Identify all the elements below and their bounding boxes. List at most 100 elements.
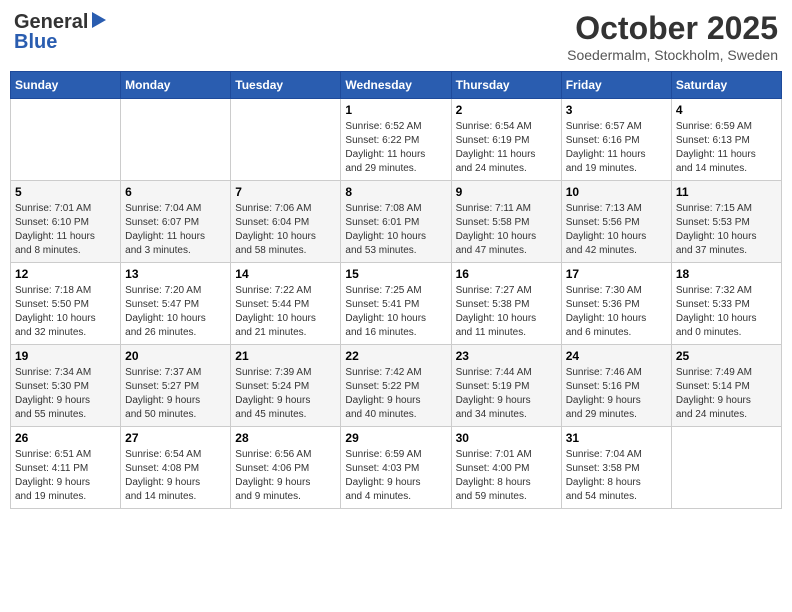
logo-blue-text: Blue <box>14 31 57 54</box>
calendar-day-header: Sunday <box>11 72 121 99</box>
calendar-cell <box>231 99 341 181</box>
calendar-cell <box>671 427 781 509</box>
calendar-cell: 11 Sunrise: 7:15 AMSunset: 5:53 PMDayligh… <box>671 181 781 263</box>
calendar-week-row: 5 Sunrise: 7:01 AMSunset: 6:10 PMDaylight… <box>11 181 782 263</box>
day-number: 27 <box>125 431 226 445</box>
calendar-cell: 1 Sunrise: 6:52 AMSunset: 6:22 PMDaylight… <box>341 99 451 181</box>
calendar-cell: 18 Sunrise: 7:32 AMSunset: 5:33 PMDayligh… <box>671 263 781 345</box>
day-info: Sunrise: 7:20 AMSunset: 5:47 PMDaylight:… <box>125 284 226 340</box>
day-info: Sunrise: 7:37 AMSunset: 5:27 PMDaylight:… <box>125 366 226 422</box>
day-number: 11 <box>676 185 777 199</box>
day-info: Sunrise: 6:51 AMSunset: 4:11 PMDaylight:… <box>15 448 116 504</box>
calendar-cell: 20 Sunrise: 7:37 AMSunset: 5:27 PMDayligh… <box>121 345 231 427</box>
day-info: Sunrise: 7:06 AMSunset: 6:04 PMDaylight:… <box>235 202 336 258</box>
calendar-cell: 8 Sunrise: 7:08 AMSunset: 6:01 PMDaylight… <box>341 181 451 263</box>
calendar-cell: 29 Sunrise: 6:59 AMSunset: 4:03 PMDayligh… <box>341 427 451 509</box>
calendar-cell: 30 Sunrise: 7:01 AMSunset: 4:00 PMDayligh… <box>451 427 561 509</box>
day-info: Sunrise: 6:52 AMSunset: 6:22 PMDaylight:… <box>345 120 446 176</box>
calendar-week-row: 19Sunrise: 7:34 AMSunset: 5:30 PMDayligh… <box>11 345 782 427</box>
day-info: Sunrise: 7:49 AMSunset: 5:14 PMDaylight:… <box>676 366 777 422</box>
calendar-cell: 25 Sunrise: 7:49 AMSunset: 5:14 PMDayligh… <box>671 345 781 427</box>
day-number: 10 <box>566 185 667 199</box>
day-info: Sunrise: 7:30 AMSunset: 5:36 PMDaylight:… <box>566 284 667 340</box>
day-number: 30 <box>456 431 557 445</box>
day-number: 9 <box>456 185 557 199</box>
calendar-cell: 4 Sunrise: 6:59 AMSunset: 6:13 PMDaylight… <box>671 99 781 181</box>
day-info: Sunrise: 6:54 AMSunset: 4:08 PMDaylight:… <box>125 448 226 504</box>
calendar-day-header: Friday <box>561 72 671 99</box>
day-number: 22 <box>345 349 446 363</box>
location-title: Soedermalm, Stockholm, Sweden <box>567 47 778 63</box>
day-number: 8 <box>345 185 446 199</box>
day-info: Sunrise: 6:59 AMSunset: 6:13 PMDaylight:… <box>676 120 777 176</box>
day-info: Sunrise: 6:57 AMSunset: 6:16 PMDaylight:… <box>566 120 667 176</box>
day-number: 2 <box>456 103 557 117</box>
calendar-table: SundayMondayTuesdayWednesdayThursdayFrid… <box>10 71 782 509</box>
calendar-cell: 12 Sunrise: 7:18 AMSunset: 5:50 PMDayligh… <box>11 263 121 345</box>
day-number: 25 <box>676 349 777 363</box>
day-info: Sunrise: 7:22 AMSunset: 5:44 PMDaylight:… <box>235 284 336 340</box>
calendar-week-row: 26Sunrise: 6:51 AMSunset: 4:11 PMDayligh… <box>11 427 782 509</box>
day-number: 15 <box>345 267 446 281</box>
day-number: 1 <box>345 103 446 117</box>
day-number: 4 <box>676 103 777 117</box>
day-info: Sunrise: 7:01 AMSunset: 6:10 PMDaylight:… <box>15 202 116 258</box>
day-info: Sunrise: 7:18 AMSunset: 5:50 PMDaylight:… <box>15 284 116 340</box>
day-number: 23 <box>456 349 557 363</box>
page-header: General Blue October 2025 Soedermalm, St… <box>10 10 782 63</box>
calendar-cell: 6Sunrise: 7:04 AMSunset: 6:07 PMDaylight… <box>121 181 231 263</box>
day-number: 19 <box>15 349 116 363</box>
day-info: Sunrise: 7:04 AMSunset: 3:58 PMDaylight:… <box>566 448 667 504</box>
day-number: 31 <box>566 431 667 445</box>
day-info: Sunrise: 7:42 AMSunset: 5:22 PMDaylight:… <box>345 366 446 422</box>
day-info: Sunrise: 7:01 AMSunset: 4:00 PMDaylight:… <box>456 448 557 504</box>
calendar-day-header: Saturday <box>671 72 781 99</box>
day-info: Sunrise: 7:11 AMSunset: 5:58 PMDaylight:… <box>456 202 557 258</box>
day-number: 16 <box>456 267 557 281</box>
calendar-day-header: Monday <box>121 72 231 99</box>
day-number: 21 <box>235 349 336 363</box>
day-number: 18 <box>676 267 777 281</box>
calendar-cell: 14 Sunrise: 7:22 AMSunset: 5:44 PMDayligh… <box>231 263 341 345</box>
calendar-day-header: Thursday <box>451 72 561 99</box>
calendar-cell: 17 Sunrise: 7:30 AMSunset: 5:36 PMDayligh… <box>561 263 671 345</box>
day-number: 3 <box>566 103 667 117</box>
day-number: 14 <box>235 267 336 281</box>
day-info: Sunrise: 7:04 AMSunset: 6:07 PMDaylight:… <box>125 202 226 258</box>
calendar-cell: 23Sunrise: 7:44 AMSunset: 5:19 PMDayligh… <box>451 345 561 427</box>
calendar-cell: 21 Sunrise: 7:39 AMSunset: 5:24 PMDayligh… <box>231 345 341 427</box>
day-info: Sunrise: 6:54 AMSunset: 6:19 PMDaylight:… <box>456 120 557 176</box>
calendar-cell: 31 Sunrise: 7:04 AMSunset: 3:58 PMDayligh… <box>561 427 671 509</box>
calendar-cell: 7Sunrise: 7:06 AMSunset: 6:04 PMDaylight… <box>231 181 341 263</box>
day-info: Sunrise: 7:46 AMSunset: 5:16 PMDaylight:… <box>566 366 667 422</box>
day-info: Sunrise: 7:08 AMSunset: 6:01 PMDaylight:… <box>345 202 446 258</box>
calendar-cell: 22 Sunrise: 7:42 AMSunset: 5:22 PMDayligh… <box>341 345 451 427</box>
calendar-cell: 27 Sunrise: 6:54 AMSunset: 4:08 PMDayligh… <box>121 427 231 509</box>
day-info: Sunrise: 7:39 AMSunset: 5:24 PMDaylight:… <box>235 366 336 422</box>
day-info: Sunrise: 7:25 AMSunset: 5:41 PMDaylight:… <box>345 284 446 340</box>
day-number: 12 <box>15 267 116 281</box>
day-number: 5 <box>15 185 116 199</box>
calendar-cell: 5 Sunrise: 7:01 AMSunset: 6:10 PMDaylight… <box>11 181 121 263</box>
day-number: 29 <box>345 431 446 445</box>
title-section: October 2025 Soedermalm, Stockholm, Swed… <box>567 10 778 63</box>
calendar-cell: 28Sunrise: 6:56 AMSunset: 4:06 PMDayligh… <box>231 427 341 509</box>
calendar-cell: 3 Sunrise: 6:57 AMSunset: 6:16 PMDaylight… <box>561 99 671 181</box>
day-info: Sunrise: 7:15 AMSunset: 5:53 PMDaylight:… <box>676 202 777 258</box>
calendar-cell: 13 Sunrise: 7:20 AMSunset: 5:47 PMDayligh… <box>121 263 231 345</box>
day-info: Sunrise: 6:59 AMSunset: 4:03 PMDaylight:… <box>345 448 446 504</box>
calendar-header-row: SundayMondayTuesdayWednesdayThursdayFrid… <box>11 72 782 99</box>
day-info: Sunrise: 7:27 AMSunset: 5:38 PMDaylight:… <box>456 284 557 340</box>
calendar-cell: 9 Sunrise: 7:11 AMSunset: 5:58 PMDaylight… <box>451 181 561 263</box>
calendar-cell <box>11 99 121 181</box>
day-number: 24 <box>566 349 667 363</box>
logo: General Blue <box>14 10 108 54</box>
day-number: 17 <box>566 267 667 281</box>
day-number: 13 <box>125 267 226 281</box>
calendar-cell: 24 Sunrise: 7:46 AMSunset: 5:16 PMDayligh… <box>561 345 671 427</box>
day-number: 20 <box>125 349 226 363</box>
calendar-week-row: 1 Sunrise: 6:52 AMSunset: 6:22 PMDaylight… <box>11 99 782 181</box>
day-number: 28 <box>235 431 336 445</box>
calendar-cell: 15 Sunrise: 7:25 AMSunset: 5:41 PMDayligh… <box>341 263 451 345</box>
day-info: Sunrise: 7:32 AMSunset: 5:33 PMDaylight:… <box>676 284 777 340</box>
